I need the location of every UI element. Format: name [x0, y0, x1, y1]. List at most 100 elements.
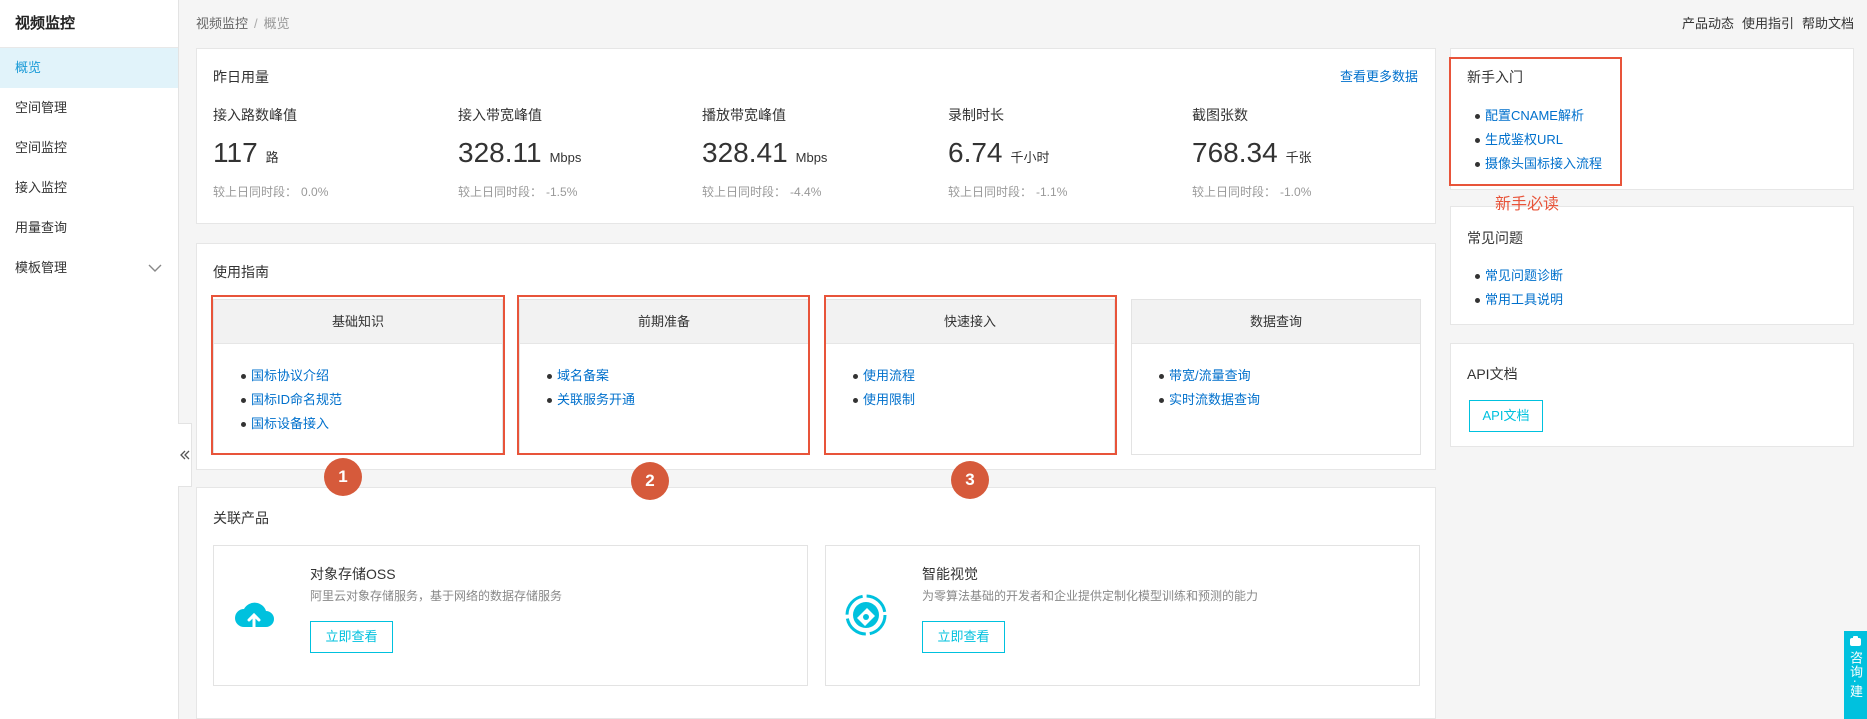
beginner-link[interactable]: 摄像头国标接入流程	[1485, 154, 1602, 174]
product-name: 对象存储OSS	[310, 566, 396, 582]
view-now-button[interactable]: 立即查看	[310, 621, 393, 653]
faq-link[interactable]: 常用工具说明	[1485, 290, 1563, 310]
guide-card-preparation: 前期准备 域名备案 关联服务开通	[519, 299, 809, 455]
metric-value-row: 6.74 千小时	[948, 133, 1050, 173]
bullet-icon	[1475, 162, 1480, 167]
metric-compare-label: 较上日同时段：	[702, 185, 787, 199]
sidebar-item-access-monitoring[interactable]: 接入监控	[0, 168, 178, 208]
sidebar-item-label: 模板管理	[15, 260, 68, 275]
api-doc-card: API文档 API文档	[1450, 343, 1854, 447]
metric-label: 录制时长	[948, 107, 1004, 123]
metric-access-bandwidth-peak: 接入带宽峰值 328.11 Mbps 较上日同时段： -1.5%	[458, 105, 698, 205]
guide-link[interactable]: 关联服务开通	[557, 390, 635, 410]
guide-link[interactable]: 国标ID命名规范	[251, 390, 342, 410]
metric-compare: 较上日同时段： -4.4%	[702, 183, 821, 201]
metric-change: -1.0%	[1280, 185, 1312, 199]
guide-card-title: 快速接入	[826, 300, 1114, 344]
breadcrumb-separator: /	[254, 16, 258, 31]
beginner-link[interactable]: 配置CNAME解析	[1485, 106, 1584, 126]
guide-link[interactable]: 域名备案	[557, 366, 609, 386]
metric-compare-label: 较上日同时段：	[213, 185, 298, 199]
bullet-icon	[1159, 398, 1164, 403]
metric-label: 播放带宽峰值	[702, 107, 786, 123]
metric-value: 768.34	[1192, 137, 1278, 168]
bullet-icon	[1475, 298, 1480, 303]
metric-compare-label: 较上日同时段：	[1192, 185, 1277, 199]
metric-change: -4.4%	[790, 185, 822, 199]
guide-link[interactable]: 带宽/流量查询	[1169, 366, 1251, 386]
guide-link[interactable]: 国标设备接入	[251, 414, 329, 434]
bullet-icon	[1475, 274, 1480, 279]
metric-unit: 千小时	[1010, 150, 1050, 165]
guide-link[interactable]: 国标协议介绍	[251, 366, 329, 386]
guide-link[interactable]: 使用限制	[863, 390, 915, 410]
metric-value: 328.41	[702, 137, 788, 168]
faq-card: 常见问题 常见问题诊断 常用工具说明	[1450, 206, 1854, 325]
bullet-icon	[853, 398, 858, 403]
breadcrumb-root-link[interactable]: 视频监控	[196, 14, 248, 34]
breadcrumb: 视频监控 / 概览	[196, 14, 290, 34]
breadcrumb-current: 概览	[263, 16, 290, 31]
metric-change: 0.0%	[301, 185, 329, 199]
product-description: 为零算法基础的开发者和企业提供定制化模型训练和预测的能力	[922, 589, 1259, 603]
consult-icon	[1850, 636, 1861, 646]
bullet-icon	[241, 422, 246, 427]
api-doc-title: API文档	[1467, 366, 1518, 382]
guide-card-title: 数据查询	[1132, 300, 1420, 344]
consult-tab[interactable]: 咨询·建	[1844, 631, 1867, 719]
metric-compare: 较上日同时段： -1.1%	[948, 183, 1067, 201]
metric-value-row: 328.41 Mbps	[702, 133, 827, 173]
metric-value-row: 768.34 千张	[1192, 133, 1312, 173]
bullet-icon	[241, 374, 246, 379]
product-news-link[interactable]: 产品动态	[1682, 14, 1734, 34]
view-more-data-link[interactable]: 查看更多数据	[1340, 67, 1418, 87]
guide-card-quick-access: 快速接入 使用流程 使用限制	[825, 299, 1115, 455]
annotation-marker-1: 1	[324, 458, 362, 496]
guide-link[interactable]: 实时流数据查询	[1169, 390, 1260, 410]
help-docs-link[interactable]: 帮助文档	[1802, 14, 1854, 34]
sidebar-item-space-monitoring[interactable]: 空间监控	[0, 128, 178, 168]
product-card-oss: 对象存储OSS 阿里云对象存储服务，基于网络的数据存储服务 立即查看	[213, 545, 808, 686]
metric-value: 6.74	[948, 137, 1003, 168]
metric-change: -1.1%	[1036, 185, 1068, 199]
usage-guide-link[interactable]: 使用指引	[1742, 14, 1794, 34]
metric-compare: 较上日同时段： -1.5%	[458, 183, 577, 201]
guide-card-data-query: 数据查询 带宽/流量查询 实时流数据查询	[1131, 299, 1421, 455]
usage-panel: 昨日用量 查看更多数据 接入路数峰值 117 路 较上日同时段： 0.0% 接入带…	[196, 48, 1436, 224]
cloud-upload-icon	[235, 602, 274, 629]
metric-label: 接入路数峰值	[213, 107, 297, 123]
metric-unit: Mbps	[549, 150, 582, 165]
annotation-note: 新手必读	[1495, 194, 1560, 213]
metric-change: -1.5%	[546, 185, 578, 199]
faq-link[interactable]: 常见问题诊断	[1485, 266, 1563, 286]
view-now-button[interactable]: 立即查看	[922, 621, 1005, 653]
consult-label: 咨询·建	[1848, 651, 1863, 699]
product-card-vision: 智能视觉 为零算法基础的开发者和企业提供定制化模型训练和预测的能力 立即查看	[825, 545, 1420, 686]
api-doc-button[interactable]: API文档	[1469, 400, 1543, 432]
sidebar-item-template-management[interactable]: 模板管理	[0, 248, 178, 288]
bullet-icon	[1475, 114, 1480, 119]
annotation-marker-3: 3	[951, 461, 989, 499]
sidebar-item-usage-query[interactable]: 用量查询	[0, 208, 178, 248]
sidebar-item-space-management[interactable]: 空间管理	[0, 88, 178, 128]
metric-snapshot-count: 截图张数 768.34 千张 较上日同时段： -1.0%	[1192, 105, 1432, 205]
product-description: 阿里云对象存储服务，基于网络的数据存储服务	[310, 589, 563, 603]
guide-link[interactable]: 使用流程	[863, 366, 915, 386]
metric-value: 328.11	[458, 137, 542, 168]
guide-card-title: 基础知识	[214, 300, 502, 344]
beginner-link[interactable]: 生成鉴权URL	[1485, 130, 1563, 150]
sidebar-collapse-button[interactable]	[178, 423, 192, 487]
bullet-icon	[1159, 374, 1164, 379]
metric-recording-duration: 录制时长 6.74 千小时 较上日同时段： -1.1%	[948, 105, 1188, 205]
beginner-title: 新手入门	[1467, 69, 1523, 85]
sidebar-title: 视频监控	[15, 14, 76, 32]
annotation-marker-2: 2	[631, 462, 669, 500]
sidebar-item-overview[interactable]: 概览	[0, 48, 178, 88]
beginner-card: 新手入门 配置CNAME解析 生成鉴权URL 摄像头国标接入流程	[1450, 48, 1854, 190]
metric-compare-label: 较上日同时段：	[458, 185, 543, 199]
products-panel: 关联产品 对象存储OSS 阿里云对象存储服务，基于网络的数据存储服务 立即查看 …	[196, 487, 1436, 719]
chevron-down-icon	[148, 264, 162, 272]
bullet-icon	[547, 398, 552, 403]
usage-title: 昨日用量	[213, 69, 269, 85]
metric-label: 接入带宽峰值	[458, 107, 542, 123]
